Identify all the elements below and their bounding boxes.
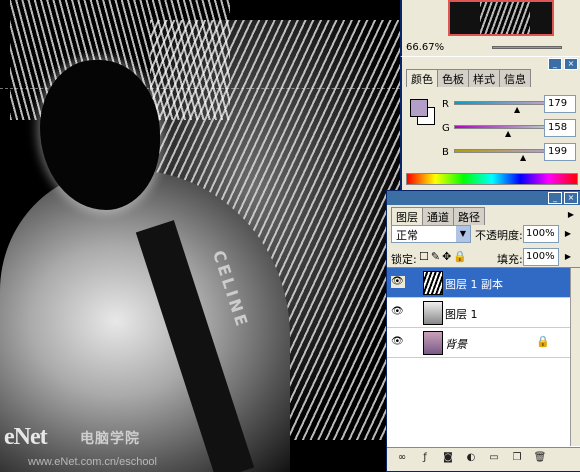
tab-channels[interactable]: 通道 <box>422 207 454 225</box>
lock-pixels-icon[interactable]: ✎ <box>431 250 442 263</box>
layers-panel-titlebar[interactable]: _ × <box>387 191 580 205</box>
opacity-arrow-icon[interactable]: ▶ <box>562 226 574 242</box>
close-icon[interactable]: × <box>564 58 578 70</box>
visibility-eye-icon[interactable]: 👁 <box>391 306 405 318</box>
layer-row-copy[interactable]: 👁 图层 1 副本 <box>387 268 580 298</box>
channel-r-value[interactable]: 179 <box>544 95 576 113</box>
color-panel: _ × 颜色 色板 样式 信息 R ▲ 179 G ▲ 158 B ▲ 199 <box>400 56 580 190</box>
tab-color[interactable]: 颜色 <box>406 69 438 87</box>
color-panel-tabs: 颜色 色板 样式 信息 <box>406 69 531 87</box>
minimize-icon[interactable]: _ <box>548 58 562 70</box>
lock-transparency-icon[interactable]: ☐ <box>419 250 431 263</box>
lock-position-icon[interactable]: ✥ <box>442 250 453 263</box>
zoom-level[interactable]: 66.67% <box>406 42 444 53</box>
navigator-thumbnail[interactable] <box>448 0 554 36</box>
channel-b-handle[interactable]: ▲ <box>520 153 526 162</box>
lock-all-icon[interactable]: 🔒 <box>453 250 469 263</box>
layers-bottom-toolbar: ∞ ƒ ◙ ◐ ▭ ❐ 🗑 <box>387 447 580 471</box>
watermark-chinese: 电脑学院 <box>80 431 140 447</box>
tab-styles[interactable]: 样式 <box>468 69 500 87</box>
layer-name: 图层 1 副本 <box>445 278 503 291</box>
watermark-brand: eNet <box>4 424 48 450</box>
channel-g-value[interactable]: 158 <box>544 119 576 137</box>
layer-list: 👁 图层 1 副本 👁 图层 1 👁 背景 🔒 <box>387 267 580 447</box>
watermark-logo: eNet <box>4 424 48 451</box>
visibility-eye-icon[interactable]: 👁 <box>391 276 405 288</box>
tab-paths[interactable]: 路径 <box>453 207 485 225</box>
layer-style-icon[interactable]: ƒ <box>418 452 432 466</box>
add-mask-icon[interactable]: ◙ <box>441 452 455 466</box>
close-icon[interactable]: × <box>564 192 578 204</box>
channel-g-label: G <box>442 123 450 134</box>
layer-thumbnail <box>423 301 443 325</box>
channel-b-label: B <box>442 147 449 158</box>
zoom-slider[interactable] <box>492 46 562 49</box>
layer-thumbnail <box>423 331 443 355</box>
layer-row-layer1[interactable]: 👁 图层 1 <box>387 298 580 328</box>
lock-options: ☐✎✥🔒 <box>419 250 469 263</box>
channel-r-label: R <box>442 99 449 110</box>
foreground-color-swatch[interactable] <box>410 99 428 117</box>
opacity-label: 不透明度: <box>475 229 523 242</box>
opacity-input[interactable]: 100% <box>523 225 559 243</box>
fill-input[interactable]: 100% <box>523 248 559 266</box>
navigator-panel: 66.67% <box>400 0 580 56</box>
minimize-icon[interactable]: _ <box>548 192 562 204</box>
chevron-down-icon[interactable]: ▼ <box>456 226 470 242</box>
channel-r-handle[interactable]: ▲ <box>514 105 520 114</box>
tab-info[interactable]: 信息 <box>499 69 531 87</box>
channel-g-handle[interactable]: ▲ <box>505 129 511 138</box>
document-canvas[interactable]: CELINE eNet 电脑学院 www.eNet.com.cn/eschool <box>0 0 400 472</box>
channel-b-value[interactable]: 199 <box>544 143 576 161</box>
layers-panel: _ × 图层 通道 路径 ▶ 正常 ▼ 不透明度: 100% ▶ 锁定: ☐✎✥… <box>386 190 580 472</box>
panel-menu-icon[interactable]: ▶ <box>565 207 577 223</box>
layer-name: 图层 1 <box>445 308 478 321</box>
delete-layer-icon[interactable]: 🗑 <box>533 452 547 466</box>
blend-mode-value: 正常 <box>396 229 418 242</box>
layer-thumbnail <box>423 271 443 295</box>
layer-list-scrollbar[interactable] <box>570 268 580 446</box>
layers-window-buttons: _ × <box>548 192 578 204</box>
tab-layers[interactable]: 图层 <box>391 207 423 225</box>
panel-window-buttons: _ × <box>548 58 578 70</box>
color-spectrum-bar[interactable] <box>406 173 578 185</box>
fill-label: 填充: <box>497 253 523 266</box>
layer-row-background[interactable]: 👁 背景 🔒 <box>387 328 580 358</box>
layer-name: 背景 <box>445 338 467 351</box>
fill-arrow-icon[interactable]: ▶ <box>562 249 574 265</box>
new-layer-icon[interactable]: ❐ <box>510 452 524 466</box>
blend-mode-select[interactable]: 正常 ▼ <box>391 225 471 243</box>
tab-swatches[interactable]: 色板 <box>437 69 469 87</box>
layer-lock-icon: 🔒 <box>536 335 550 348</box>
visibility-eye-icon[interactable]: 👁 <box>391 336 405 348</box>
lock-label: 锁定: <box>391 253 417 266</box>
adjustment-layer-icon[interactable]: ◐ <box>464 452 478 466</box>
link-layers-icon[interactable]: ∞ <box>395 452 409 466</box>
new-group-icon[interactable]: ▭ <box>487 452 501 466</box>
watermark-url: www.eNet.com.cn/eschool <box>28 456 157 468</box>
layers-panel-tabs: 图层 通道 路径 <box>391 207 485 225</box>
